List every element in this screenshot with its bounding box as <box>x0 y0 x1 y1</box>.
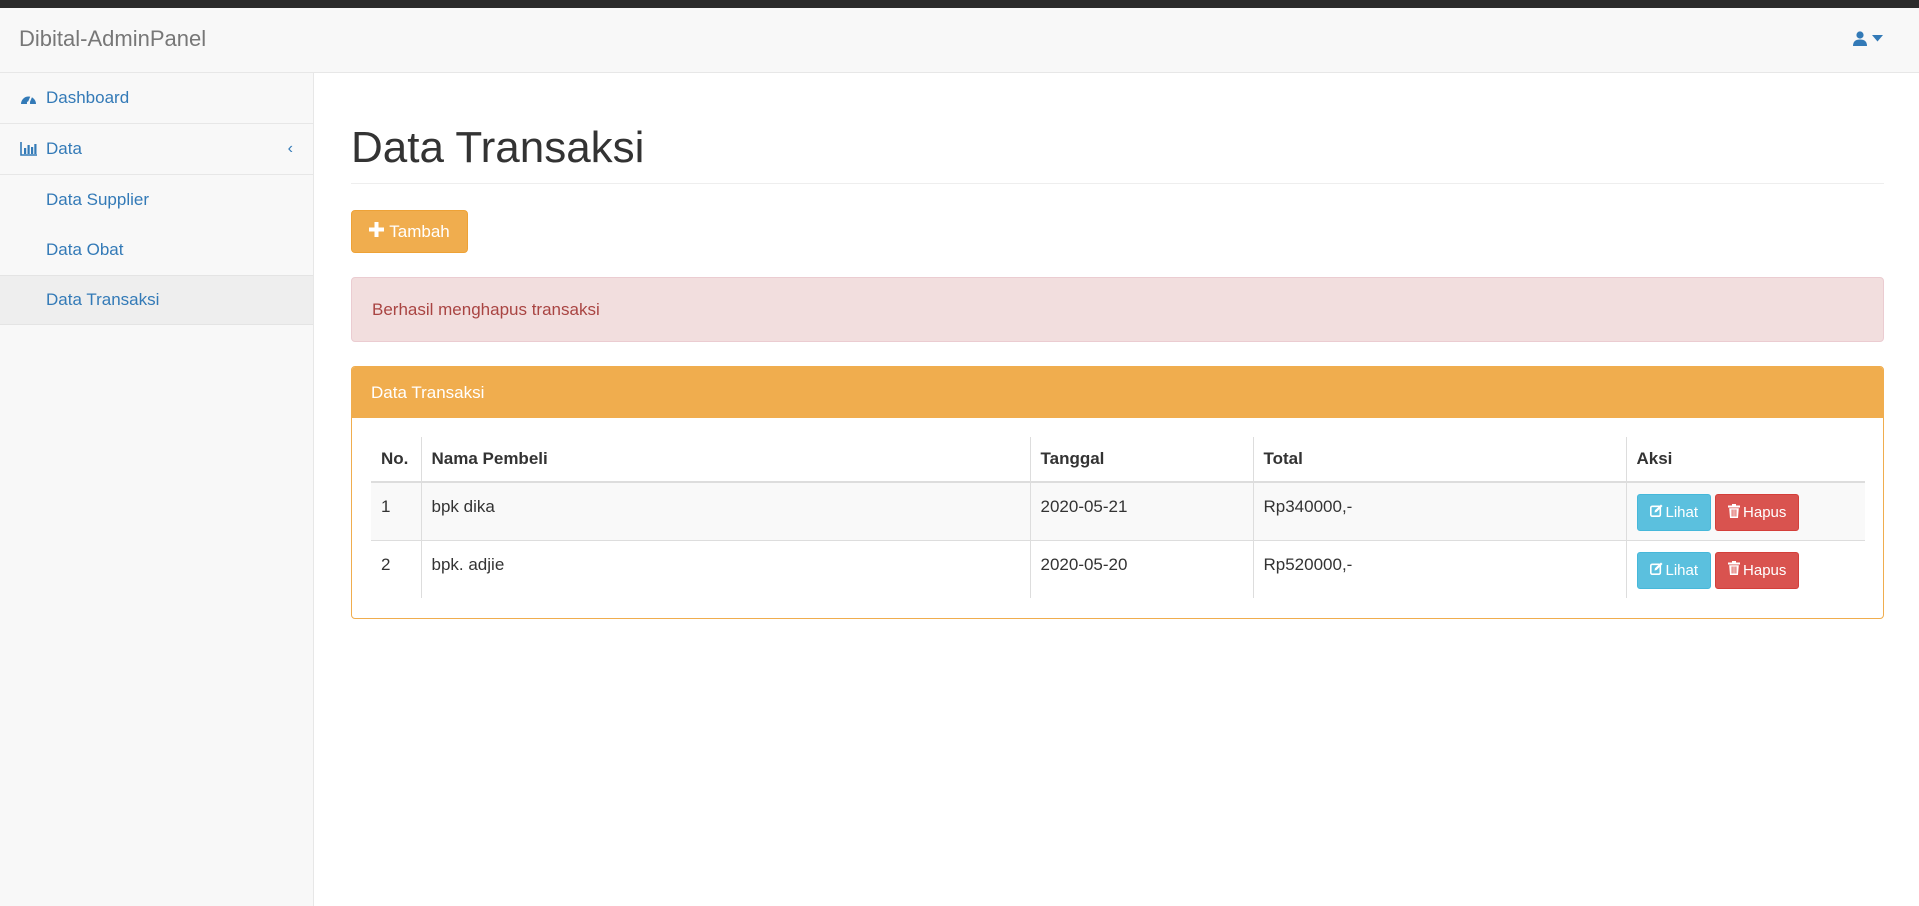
dashboard-icon <box>20 90 42 106</box>
delete-button-label: Hapus <box>1743 504 1787 521</box>
sidebar-item-data-obat[interactable]: Data Obat <box>0 225 313 275</box>
sidebar-item-data[interactable]: Data ‹ <box>0 124 313 175</box>
view-button[interactable]: Lihat <box>1636 494 1712 531</box>
chevron-left-icon[interactable]: ‹ <box>288 140 293 158</box>
page-title: Data Transaksi <box>351 123 645 172</box>
table-row: 1 bpk dika 2020-05-21 Rp340000,- Lihat H… <box>371 481 1865 540</box>
sidebar-submenu-data: Data Supplier Data Obat Data Transaksi <box>0 175 313 325</box>
top-navbar: Dibital-AdminPanel <box>0 8 1919 73</box>
cell-tanggal: 2020-05-21 <box>1029 481 1253 540</box>
cell-aksi: Lihat Hapus <box>1625 481 1865 540</box>
user-icon <box>1853 31 1867 46</box>
view-button[interactable]: Lihat <box>1636 551 1712 589</box>
alert-text: Berhasil menghapus transaksi <box>372 299 600 319</box>
cell-tanggal: 2020-05-20 <box>1029 539 1253 598</box>
delete-button[interactable]: Hapus <box>1715 494 1800 531</box>
delete-button-label: Hapus <box>1743 561 1787 579</box>
cell-total: Rp340000,- <box>1252 481 1626 540</box>
bar-chart-icon <box>20 141 42 157</box>
sidebar-item-label: Data Obat <box>46 240 124 259</box>
title-divider <box>351 183 1884 184</box>
brand-title[interactable]: Dibital-AdminPanel <box>19 27 206 51</box>
transaction-panel: Data Transaksi No. Nama Pembeli Tanggal … <box>351 366 1884 619</box>
sidebar-item-dashboard[interactable]: Dashboard <box>0 73 313 124</box>
plus-icon <box>369 221 385 242</box>
panel-heading: Data Transaksi <box>352 367 1883 418</box>
delete-button[interactable]: Hapus <box>1715 551 1800 589</box>
column-header-aksi[interactable]: Aksi <box>1625 437 1865 483</box>
transaction-table: No. Nama Pembeli Tanggal Total Aksi 1 bp… <box>371 437 1865 598</box>
sidebar-item-label: Data <box>46 139 82 158</box>
cell-no: 1 <box>371 481 421 540</box>
panel-title: Data Transaksi <box>371 382 485 402</box>
column-header-nama-pembeli[interactable]: Nama Pembeli <box>420 437 1030 483</box>
sidebar-item-label: Data Supplier <box>46 190 150 209</box>
column-header-total[interactable]: Total <box>1252 437 1626 483</box>
cell-nama-pembeli: bpk dika <box>420 481 1030 540</box>
sidebar-item-label: Data Transaksi <box>46 290 160 309</box>
cell-aksi: Lihat Hapus <box>1625 539 1865 598</box>
cell-nama-pembeli: bpk. adjie <box>420 539 1030 598</box>
sidebar: Dashboard Data ‹ Data Supplier Data Obat… <box>0 73 314 906</box>
add-button[interactable]: Tambah <box>351 210 468 253</box>
sidebar-item-label: Dashboard <box>46 88 130 107</box>
table-row: 2 bpk. adjie 2020-05-20 Rp520000,- Lihat… <box>371 539 1865 598</box>
cell-no: 2 <box>371 539 421 598</box>
view-button-label: Lihat <box>1665 504 1699 521</box>
view-button-label: Lihat <box>1665 561 1699 579</box>
sidebar-item-data-supplier[interactable]: Data Supplier <box>0 175 313 225</box>
success-alert: Berhasil menghapus transaksi <box>351 277 1884 342</box>
edit-icon <box>1649 504 1663 521</box>
chevron-down-icon <box>1872 35 1883 42</box>
edit-icon <box>1649 562 1663 579</box>
column-header-no[interactable]: No. <box>371 437 421 483</box>
user-menu-toggle[interactable] <box>1853 31 1883 46</box>
trash-icon <box>1728 503 1741 522</box>
trash-icon <box>1728 561 1741 579</box>
column-header-tanggal[interactable]: Tanggal <box>1029 437 1253 483</box>
table-header-row: No. Nama Pembeli Tanggal Total Aksi <box>371 437 1865 483</box>
sidebar-item-data-transaksi[interactable]: Data Transaksi <box>0 275 313 325</box>
add-button-label: Tambah <box>389 221 450 241</box>
cell-total: Rp520000,- <box>1252 539 1626 598</box>
window-top-strip <box>0 0 1919 8</box>
